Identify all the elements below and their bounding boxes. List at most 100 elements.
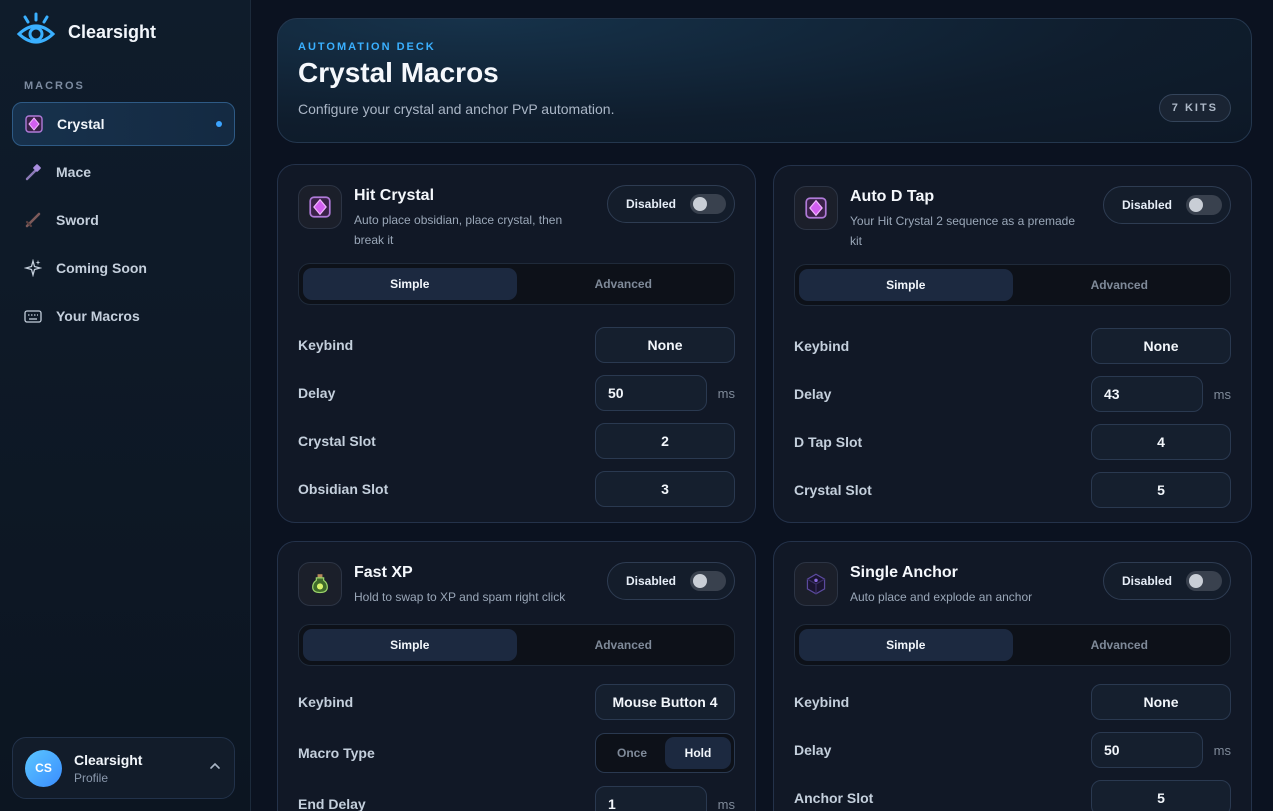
toggle-status-label: Disabled	[626, 574, 677, 588]
sidebar-item-label: Coming Soon	[56, 260, 147, 276]
kit-title: Hit Crystal	[354, 187, 435, 204]
delay-input[interactable]	[1091, 732, 1203, 768]
tab-advanced[interactable]: Advanced	[517, 268, 731, 300]
crystal-kit-icon	[298, 185, 342, 229]
mode-tabs: Simple Advanced	[794, 264, 1231, 306]
macro-type-selector: Once Hold	[595, 733, 735, 773]
setting-label: Crystal Slot	[298, 433, 376, 449]
toggle-status-label: Disabled	[1122, 574, 1173, 588]
kit-card-hit-crystal: Hit Crystal Auto place obsidian, place c…	[277, 164, 756, 523]
setting-label: Crystal Slot	[794, 482, 872, 498]
profile-name: Clearsight	[74, 751, 143, 768]
setting-row-macro-type: Macro Type Once Hold	[298, 726, 735, 780]
tab-simple[interactable]: Simple	[303, 629, 517, 661]
tab-advanced[interactable]: Advanced	[1013, 269, 1227, 301]
mace-icon	[24, 163, 42, 181]
chevron-up-icon	[208, 759, 222, 778]
tab-simple[interactable]: Simple	[799, 629, 1013, 661]
setting-label: Keybind	[298, 337, 354, 353]
kit-card-fast-xp: Fast XP Hold to swap to XP and spam righ…	[277, 541, 756, 811]
setting-row-anchor-slot: Anchor Slot 5	[794, 774, 1231, 811]
setting-row-keybind: Keybind None	[298, 321, 735, 369]
setting-row-end-delay: End Delay ms	[298, 780, 735, 811]
sidebar-item-label: Sword	[56, 212, 99, 228]
setting-label: Macro Type	[298, 745, 375, 761]
sparkle-icon	[24, 259, 42, 277]
setting-row-delay: Delay ms	[794, 370, 1231, 418]
setting-label: Delay	[298, 385, 336, 401]
header-kicker: AUTOMATION DECK	[298, 41, 436, 53]
setting-label: End Delay	[298, 796, 366, 811]
enable-toggle[interactable]: Disabled	[1103, 562, 1231, 600]
kits-count-badge: 7 KITS	[1158, 94, 1231, 122]
kit-description: Hold to swap to XP and spam right click	[354, 590, 566, 604]
unit-label: ms	[717, 796, 735, 811]
setting-row-obsidian-slot: Obsidian Slot 3	[298, 465, 735, 513]
mode-tabs: Simple Advanced	[794, 624, 1231, 666]
profile-text: Clearsight Profile	[74, 752, 142, 785]
obsidian-slot-button[interactable]: 3	[595, 471, 735, 507]
keyboard-icon	[24, 307, 42, 325]
sidebar-item-mace[interactable]: Mace	[12, 150, 235, 194]
sidebar-item-sword[interactable]: Sword	[12, 198, 235, 242]
tab-simple[interactable]: Simple	[303, 268, 517, 300]
setting-row-d-tap-slot: D Tap Slot 4	[794, 418, 1231, 466]
kit-card-auto-d-tap: Auto D Tap Your Hit Crystal 2 sequence a…	[773, 165, 1252, 523]
mode-tabs: Simple Advanced	[298, 624, 735, 666]
keybind-button[interactable]: None	[1091, 328, 1231, 364]
kit-card-single-anchor: Single Anchor Auto place and explode an …	[773, 541, 1252, 811]
page-title: Crystal Macros	[298, 57, 499, 88]
kit-title: Auto D Tap	[850, 188, 935, 205]
setting-row-keybind: Keybind Mouse Button 4	[298, 678, 735, 726]
setting-row-keybind: Keybind None	[794, 322, 1231, 370]
setting-row-crystal-slot: Crystal Slot 2	[298, 417, 735, 465]
toggle-switch[interactable]	[1186, 571, 1222, 591]
avatar: CS	[25, 749, 62, 787]
page-subtitle: Configure your crystal and anchor PvP au…	[298, 101, 615, 117]
enable-toggle[interactable]: Disabled	[1103, 186, 1231, 224]
delay-input[interactable]	[1091, 376, 1203, 412]
crystal-slot-button[interactable]: 2	[595, 423, 735, 459]
end-delay-input[interactable]	[595, 786, 707, 811]
toggle-switch[interactable]	[690, 194, 726, 214]
toggle-status-label: Disabled	[626, 197, 677, 211]
profile-menu[interactable]: CS Clearsight Profile	[12, 737, 235, 799]
anchor-slot-button[interactable]: 5	[1091, 780, 1231, 811]
setting-label: Anchor Slot	[794, 790, 874, 806]
setting-label: Keybind	[298, 694, 354, 710]
sidebar-item-your-macros[interactable]: Your Macros	[12, 294, 235, 338]
tab-advanced[interactable]: Advanced	[517, 629, 731, 661]
enable-toggle[interactable]: Disabled	[607, 185, 735, 223]
mode-tabs: Simple Advanced	[298, 263, 735, 305]
keybind-button[interactable]: Mouse Button 4	[595, 684, 735, 720]
keybind-button[interactable]: None	[1091, 684, 1231, 720]
keybind-button[interactable]: None	[595, 327, 735, 363]
setting-row-crystal-slot: Crystal Slot 5	[794, 466, 1231, 514]
unit-label: ms	[717, 385, 735, 401]
kit-title: Single Anchor	[850, 564, 958, 581]
page-header: AUTOMATION DECK Crystal Macros Configure…	[277, 18, 1252, 143]
d-tap-slot-button[interactable]: 4	[1091, 424, 1231, 460]
option-once[interactable]: Once	[599, 737, 665, 769]
sidebar-item-crystal[interactable]: Crystal	[12, 102, 235, 146]
sidebar-item-label: Mace	[56, 164, 92, 180]
tab-simple[interactable]: Simple	[799, 269, 1013, 301]
setting-row-delay: Delay ms	[794, 726, 1231, 774]
setting-label: D Tap Slot	[794, 434, 863, 450]
sidebar-item-label: Crystal	[57, 116, 105, 132]
kit-description: Auto place obsidian, place crystal, then…	[354, 213, 563, 247]
option-hold[interactable]: Hold	[665, 737, 731, 769]
unit-label: ms	[1213, 742, 1231, 758]
toggle-switch[interactable]	[690, 571, 726, 591]
toggle-switch[interactable]	[1186, 195, 1222, 215]
sidebar: Clearsight MACROS Crystal Mace Sword Com…	[0, 0, 251, 811]
enable-toggle[interactable]: Disabled	[607, 562, 735, 600]
crystal-slot-button[interactable]: 5	[1091, 472, 1231, 508]
sidebar-item-coming-soon[interactable]: Coming Soon	[12, 246, 235, 290]
sword-icon	[24, 211, 42, 229]
delay-input[interactable]	[595, 375, 707, 411]
sidebar-nav: Crystal Mace Sword Coming Soon Your Macr…	[12, 102, 235, 342]
brand[interactable]: Clearsight	[16, 12, 156, 52]
tab-advanced[interactable]: Advanced	[1013, 629, 1227, 661]
app-name: Clearsight	[68, 21, 157, 42]
